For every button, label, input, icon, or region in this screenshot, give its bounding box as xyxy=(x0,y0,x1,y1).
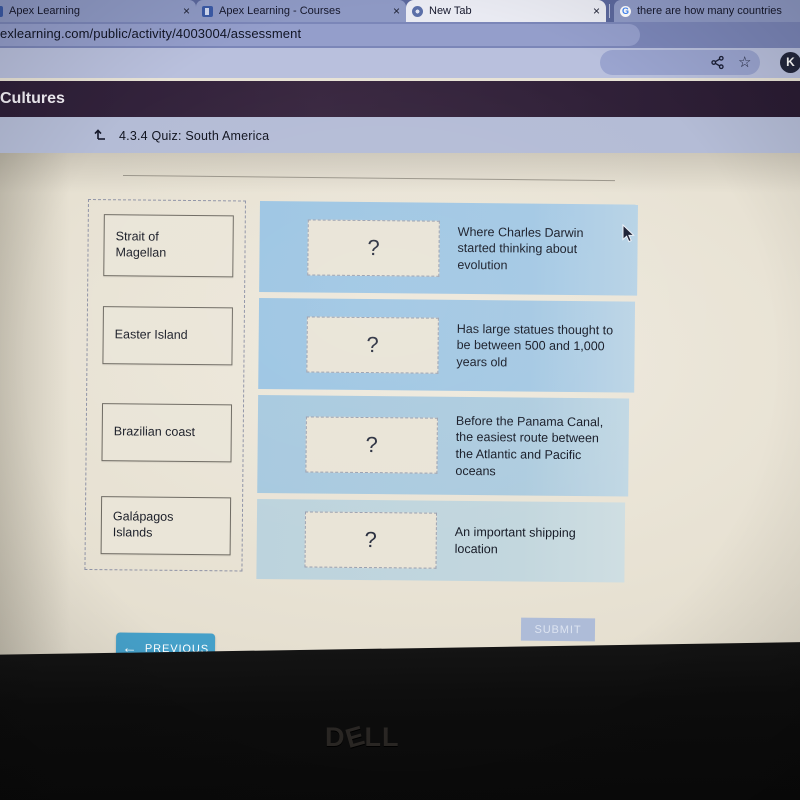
drag-item-label: Strait of Magellan xyxy=(115,229,167,260)
browser-tabstrip: Apex Learning × Apex Learning - Courses … xyxy=(0,0,800,22)
prompt-row[interactable]: ? Before the Panama Canal, the easiest r… xyxy=(257,394,630,497)
up-level-icon[interactable] xyxy=(92,127,108,143)
drag-item-label: Brazilian coast xyxy=(113,424,196,440)
chrome-icon xyxy=(412,5,423,17)
address-bar-url[interactable]: exlearning.com/public/activity/4003004/a… xyxy=(0,26,301,41)
drag-item-brazilian-coast[interactable]: Brazilian coast xyxy=(101,403,233,463)
prompt-row[interactable]: ? Has large statues thought to be betwee… xyxy=(258,297,636,393)
close-icon[interactable]: × xyxy=(183,5,190,17)
drag-item-galapagos-islands[interactable]: Galápagos Islands xyxy=(100,496,232,556)
browser-tab-apex-learning[interactable]: Apex Learning × xyxy=(0,0,196,22)
drag-item-easter-island[interactable]: Easter Island xyxy=(102,306,233,366)
prompt-text: Before the Panama Canal, the easiest rou… xyxy=(455,413,604,478)
prompt-text: Has large statues thought to be between … xyxy=(456,321,614,370)
browser-tab-google-search[interactable]: G there are how many countries × xyxy=(614,0,800,22)
laptop-bezel-bottom xyxy=(0,641,800,800)
dropzone-placeholder: ? xyxy=(364,527,377,553)
browser-tab-title: there are how many countries xyxy=(637,5,782,17)
browser-tab-title: New Tab xyxy=(429,5,472,17)
bookmark-star-icon[interactable]: ☆ xyxy=(738,55,751,70)
drag-item-label: Galápagos Islands xyxy=(112,509,174,540)
browser-tab-apex-learning-courses[interactable]: Apex Learning - Courses × xyxy=(196,0,406,22)
toolbar-pill xyxy=(600,50,760,75)
prompt-row[interactable]: ? Where Charles Darwin started thinking … xyxy=(259,201,638,296)
dropzone-0[interactable]: ? xyxy=(307,218,440,277)
screenshot-root: Apex Learning × Apex Learning - Courses … xyxy=(0,0,800,800)
drag-item-strait-of-magellan[interactable]: Strait of Magellan xyxy=(103,214,234,278)
prompt-text: Where Charles Darwin started thinking ab… xyxy=(457,224,584,273)
submit-button-label: SUBMIT xyxy=(534,623,582,636)
share-icon[interactable] xyxy=(710,55,725,73)
dropzone-3[interactable]: ? xyxy=(304,511,438,569)
google-g-icon: G xyxy=(620,5,631,17)
drag-source-panel[interactable]: Strait of Magellan Easter Island Brazili… xyxy=(84,199,246,572)
dell-logo-ll: LL xyxy=(364,722,400,752)
browser-tab-title: Apex Learning - Courses xyxy=(219,5,341,17)
browser-tab-title: Apex Learning xyxy=(9,5,80,17)
close-icon[interactable]: × xyxy=(593,5,600,17)
app-header-bar xyxy=(0,81,800,117)
breadcrumb: 4.3.4 Quiz: South America xyxy=(119,129,270,143)
dropzone-placeholder: ? xyxy=(367,234,380,260)
dropzone-1[interactable]: ? xyxy=(306,315,439,374)
dell-logo: DELL xyxy=(325,720,400,754)
page-title: Cultures xyxy=(0,90,65,107)
dropzone-placeholder: ? xyxy=(365,432,378,458)
dropzone-placeholder: ? xyxy=(366,331,379,357)
dropzone-2[interactable]: ? xyxy=(305,416,438,474)
laptop-screen: Apex Learning × Apex Learning - Courses … xyxy=(0,0,800,672)
drag-item-label: Easter Island xyxy=(114,327,188,343)
close-icon[interactable]: × xyxy=(393,5,400,17)
profile-avatar[interactable]: K xyxy=(780,52,800,73)
apex-icon xyxy=(0,5,3,17)
submit-button[interactable]: SUBMIT xyxy=(520,617,596,642)
browser-tab-new-tab[interactable]: New Tab × xyxy=(406,0,606,22)
prompt-row[interactable]: ? An important shipping location xyxy=(256,498,626,583)
tab-separator xyxy=(609,4,610,18)
apex-icon xyxy=(202,5,213,17)
browser-toolbar xyxy=(0,48,800,78)
prompt-text: An important shipping location xyxy=(454,525,576,557)
